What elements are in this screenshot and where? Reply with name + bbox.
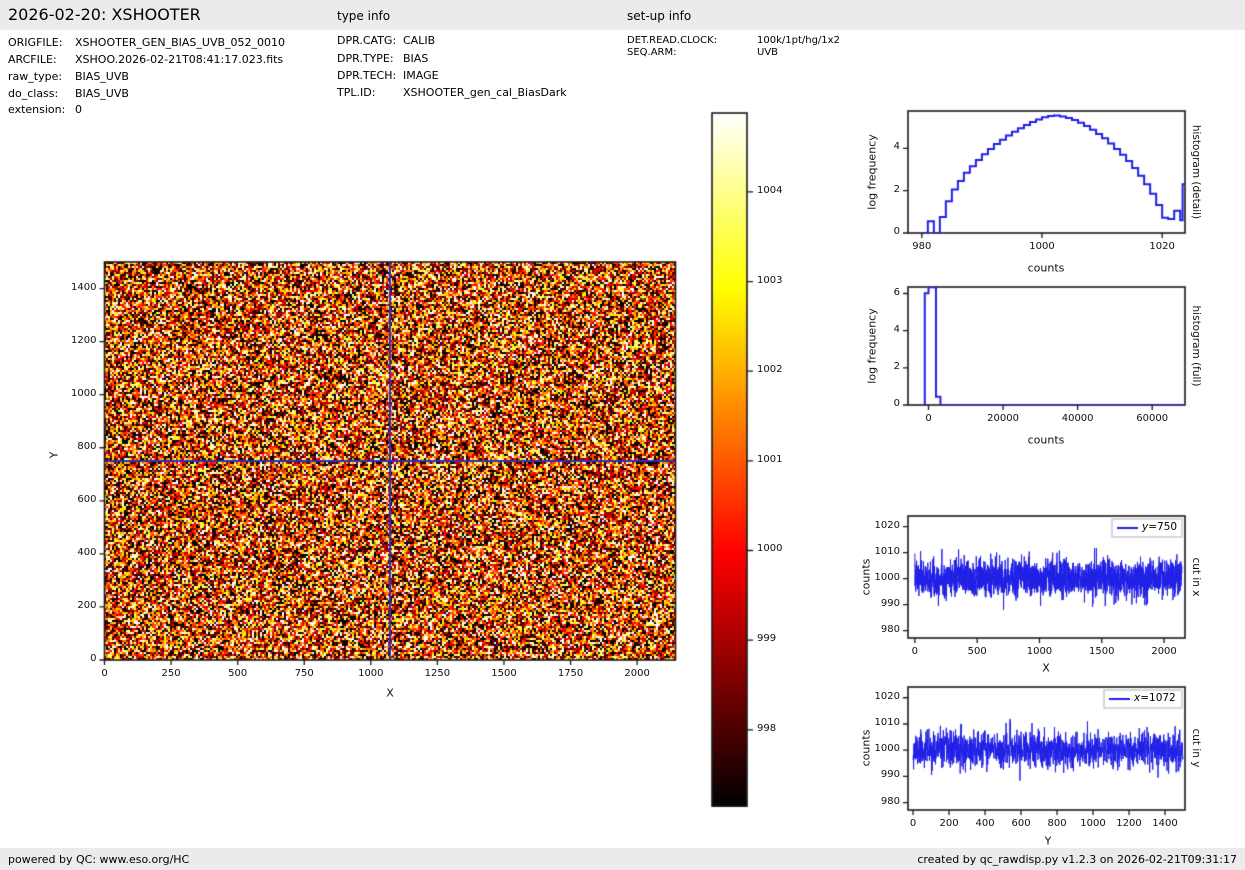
type-info-heading: type info [337,9,390,23]
main-xtick: 1000 [346,668,396,679]
cut_in_y-ytick: 1020 [860,691,900,702]
cut_in_x-ytick: 980 [860,624,900,635]
dpr-type-label: DPR.TYPE: [337,52,394,65]
histogram_detail-xtick: 980 [897,241,947,252]
cut_in_x-xtick: 1000 [1014,646,1064,657]
det-read-clock-value: 100k/1pt/hg/1x2 [757,35,840,46]
page-title: 2026-02-20: XSHOOTER [8,5,201,24]
main-ytick: 200 [57,600,97,611]
hist-full-title: histogram (full) [1190,306,1202,387]
cutx-title: cut in x [1190,557,1202,596]
cuty-xaxis-label: Y [1045,835,1052,848]
main-xtick: 0 [80,668,130,679]
seq-arm-label: SEQ.ARM: [627,47,677,58]
hist-detail-xaxis-label: counts [1028,262,1065,275]
main-yaxis-label: Y [48,452,61,459]
main-xtick: 1750 [546,668,596,679]
rawtype-value: BIAS_UVB [75,70,129,83]
main-xaxis-label: X [386,687,394,700]
cutx-legend: y=750 [1142,521,1177,533]
histogram_detail-ytick: 0 [860,226,900,237]
main-xtick: 1500 [479,668,529,679]
dpr-tech-value: IMAGE [403,69,439,82]
seq-arm-value: UVB [757,47,778,58]
histogram_detail-xtick: 1020 [1137,241,1187,252]
cut_in_y-ytick: 1000 [860,743,900,754]
cut_in_y-ytick: 980 [860,796,900,807]
doclass-value: BIAS_UVB [75,87,129,100]
histogram_full-ytick: 4 [860,324,900,335]
main-xtick: 1250 [412,668,462,679]
main-ytick: 800 [57,441,97,452]
main-xtick: 750 [279,668,329,679]
cut_in_x-xtick: 1500 [1077,646,1127,657]
histogram_full-xtick: 40000 [1053,413,1103,424]
cut_in_x-ytick: 1020 [860,520,900,531]
tpl-id-label: TPL.ID: [337,86,375,99]
main-ytick: 0 [57,653,97,664]
main-xtick: 500 [213,668,263,679]
qc-report-page: { "header": { "title": "2026-02-20: XSHO… [0,0,1245,870]
main-xtick: 250 [146,668,196,679]
histogram_full-ytick: 0 [860,398,900,409]
histogram_full-xtick: 0 [904,413,954,424]
cuty-legend: x=1072 [1134,692,1176,704]
hist-full-yaxis-label: log frequency [866,308,879,383]
histogram_full-ytick: 6 [860,287,900,298]
colorbar-tick: 999 [757,633,797,644]
extension-label: extension: [8,103,65,116]
origfile-label: ORIGFILE: [8,36,62,49]
main-ytick: 400 [57,547,97,558]
histogram_full-xtick: 20000 [978,413,1028,424]
main-xtick: 2000 [612,668,662,679]
rawtype-label: raw_type: [8,70,62,83]
histogram_detail-ytick: 2 [860,184,900,195]
main-ytick: 1200 [57,335,97,346]
cutx-legend-eq: =750 [1148,521,1177,533]
main-ytick: 600 [57,494,97,505]
dpr-tech-label: DPR.TECH: [337,69,396,82]
cut_in_x-xtick: 0 [890,646,940,657]
main-ytick: 1000 [57,388,97,399]
dpr-catg-value: CALIB [403,34,435,47]
colorbar-tick: 1004 [757,185,797,196]
arcfile-value: XSHOO.2026-02-21T08:41:17.023.fits [75,53,283,66]
cut_in_x-ytick: 1000 [860,572,900,583]
cutx-xaxis-label: X [1042,662,1050,675]
colorbar-tick: 1001 [757,454,797,465]
setup-info-heading: set-up info [627,9,691,23]
footer-powered-by: powered by QC: www.eso.org/HC [8,853,189,866]
dpr-catg-label: DPR.CATG: [337,34,396,47]
cut_in_x-xtick: 2000 [1139,646,1189,657]
cut_in_x-ytick: 1010 [860,546,900,557]
cut_in_x-xtick: 500 [952,646,1002,657]
histogram_full-xtick: 60000 [1127,413,1177,424]
colorbar-tick: 1000 [757,543,797,554]
cuty-legend-eq: =1072 [1140,692,1176,704]
cut_in_y-ytick: 990 [860,769,900,780]
hist-detail-title: histogram (detail) [1190,125,1202,219]
colorbar-tick: 998 [757,723,797,734]
colorbar-tick: 1002 [757,364,797,375]
histogram_detail-ytick: 4 [860,141,900,152]
hist-full-xaxis-label: counts [1028,434,1065,447]
origfile-value: XSHOOTER_GEN_BIAS_UVB_052_0010 [75,36,285,49]
tpl-id-value: XSHOOTER_gen_cal_BiasDark [403,86,567,99]
cut_in_y-xtick: 1400 [1140,818,1190,829]
main-ytick: 1400 [57,282,97,293]
extension-value: 0 [75,103,82,116]
det-read-clock-label: DET.READ.CLOCK: [627,35,717,46]
arcfile-label: ARCFILE: [8,53,57,66]
histogram_detail-xtick: 1000 [1017,241,1067,252]
cut_in_x-ytick: 990 [860,598,900,609]
footer-created-by: created by qc_rawdisp.py v1.2.3 on 2026-… [917,853,1237,866]
cuty-title: cut in y [1190,728,1202,767]
colorbar-tick: 1003 [757,275,797,286]
cut_in_y-ytick: 1010 [860,717,900,728]
doclass-label: do_class: [8,87,58,100]
histogram_full-ytick: 2 [860,361,900,372]
dpr-type-value: BIAS [403,52,428,65]
